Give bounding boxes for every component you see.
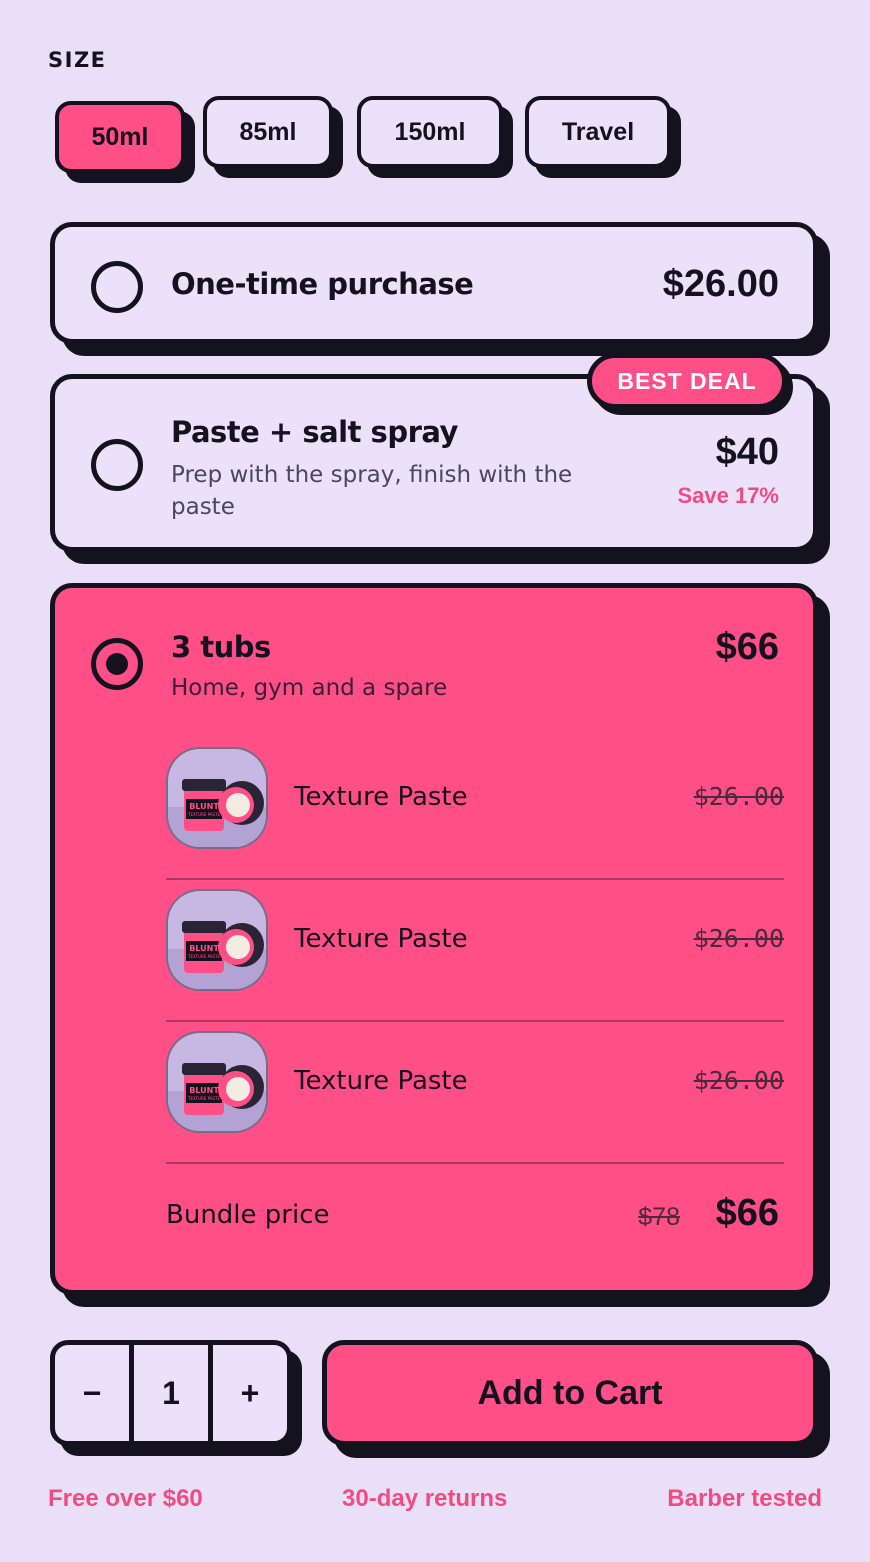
add-to-cart-button[interactable]: Add to Cart bbox=[322, 1340, 818, 1446]
item-name: Texture Paste bbox=[294, 1066, 468, 1096]
best-deal-badge: BEST DEAL bbox=[587, 353, 787, 409]
perk-free-shipping: Free over $60 bbox=[48, 1485, 203, 1512]
jar-image-icon: BLUNT TEXTURE PASTE bbox=[168, 921, 266, 989]
jar-brand-text: BLUNT bbox=[189, 802, 219, 811]
jar-sub-text: TEXTURE PASTE bbox=[187, 1096, 220, 1101]
item-name: Texture Paste bbox=[294, 782, 468, 812]
option-price: $40 bbox=[715, 431, 779, 473]
radio-dot bbox=[106, 653, 128, 675]
option-description: Home, gym and a spare bbox=[171, 675, 448, 701]
jar-sub-text: TEXTURE PASTE bbox=[187, 954, 220, 959]
product-thumbnail: BLUNT TEXTURE PASTE bbox=[166, 747, 268, 849]
perk-barber-tested: Barber tested bbox=[667, 1485, 822, 1512]
increase-quantity-button[interactable]: + bbox=[208, 1345, 287, 1441]
radio-button[interactable] bbox=[91, 439, 143, 491]
bundle-item: BLUNT TEXTURE PASTE Texture Paste $26.00 bbox=[166, 880, 784, 1022]
size-label: SIZE bbox=[48, 48, 107, 72]
size-option-150ml[interactable]: 150ml bbox=[357, 96, 503, 168]
bundle-item: BLUNT TEXTURE PASTE Texture Paste $26.00 bbox=[166, 1022, 784, 1164]
bundle-item: BLUNT TEXTURE PASTE Texture Paste $26.00 bbox=[166, 738, 784, 880]
option-title: One-time purchase bbox=[171, 267, 474, 301]
size-option-50ml[interactable]: 50ml bbox=[55, 101, 185, 173]
size-option-85ml[interactable]: 85ml bbox=[203, 96, 333, 168]
product-thumbnail: BLUNT TEXTURE PASTE bbox=[166, 889, 268, 991]
jar-sub-text: TEXTURE PASTE bbox=[187, 812, 220, 817]
item-price: $26.00 bbox=[693, 1066, 784, 1095]
option-description: Prep with the spray, finish with the pas… bbox=[171, 462, 573, 520]
radio-button-selected[interactable] bbox=[91, 638, 143, 690]
jar-brand-text: BLUNT bbox=[189, 944, 219, 953]
item-name: Texture Paste bbox=[294, 924, 468, 954]
bundle-price-label: Bundle price bbox=[166, 1200, 330, 1230]
purchase-option-3-tubs[interactable]: 3 tubs Home, gym and a spare $66 BLUNT T… bbox=[50, 583, 818, 1295]
bundle-old-price: $78 bbox=[638, 1203, 680, 1231]
bundle-new-price: $66 bbox=[715, 1192, 779, 1234]
option-title: Paste + salt spray bbox=[171, 415, 458, 449]
option-price: $66 bbox=[715, 626, 779, 668]
item-price: $26.00 bbox=[693, 924, 784, 953]
purchase-option-one-time[interactable]: One-time purchase $26.00 bbox=[50, 222, 818, 344]
jar-brand-text: BLUNT bbox=[189, 1086, 219, 1095]
perk-returns: 30-day returns bbox=[342, 1485, 508, 1512]
product-thumbnail: BLUNT TEXTURE PASTE bbox=[166, 1031, 268, 1133]
decrease-quantity-button[interactable]: − bbox=[55, 1345, 129, 1441]
jar-image-icon: BLUNT TEXTURE PASTE bbox=[168, 779, 266, 847]
item-price: $26.00 bbox=[693, 782, 784, 811]
save-label: Save 17% bbox=[677, 483, 779, 508]
quantity-stepper: − 1 + bbox=[50, 1340, 292, 1446]
jar-image-icon: BLUNT TEXTURE PASTE bbox=[168, 1063, 266, 1131]
size-option-travel[interactable]: Travel bbox=[525, 96, 671, 168]
radio-button[interactable] bbox=[91, 261, 143, 313]
quantity-value[interactable]: 1 bbox=[129, 1345, 208, 1441]
option-title: 3 tubs bbox=[171, 630, 271, 664]
option-price: $26.00 bbox=[662, 263, 779, 305]
